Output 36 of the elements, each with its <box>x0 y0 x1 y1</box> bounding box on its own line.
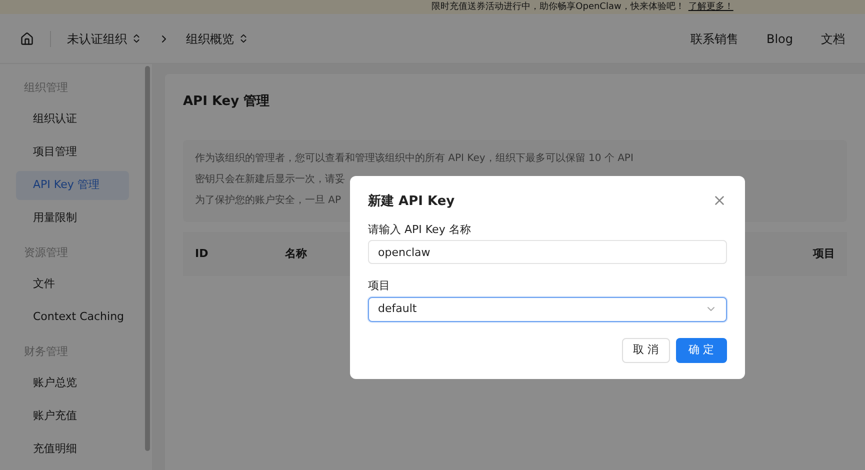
sidebar-group-title: 财务管理 <box>23 344 69 360</box>
field-label: 请输入 API Key 名称 <box>368 222 472 238</box>
cancel-button[interactable]: 取 消 <box>622 338 670 362</box>
sidebar-group-title: 资源管理 <box>23 245 69 262</box>
notice-text: 密钥只会在新建后显示一次，请妥 <box>195 172 345 187</box>
sidebar-item[interactable]: Context Caching <box>16 303 129 332</box>
page-selector[interactable]: 组织概览 <box>186 30 249 48</box>
sidebar-item[interactable]: 文件 <box>16 270 129 299</box>
field-label: 项目 <box>368 278 391 294</box>
sidebar-item[interactable]: 组织认证 <box>16 105 129 134</box>
scrollbar[interactable] <box>145 66 150 451</box>
sidebar-item[interactable]: 账户总览 <box>16 369 129 398</box>
sidebar-group-title: 组织管理 <box>23 80 69 96</box>
sidebar-item[interactable]: 用量限制 <box>16 204 129 233</box>
promo-text: 限时充值送券活动进行中，助你畅享OpenClaw，快来体验吧！ <box>432 2 684 12</box>
up-down-chevron-icon <box>238 33 249 44</box>
notice-text: 作为该组织的管理者，您可以查看和管理该组织中的所有 API Key，组织下最多可以保留 10 个 API <box>195 152 634 166</box>
nav-link[interactable]: 文档 <box>821 30 845 48</box>
sidebar-item[interactable]: 项目管理 <box>16 138 129 167</box>
sidebar-item[interactable]: 账户充值 <box>16 402 129 431</box>
name-field[interactable]: openclaw <box>368 240 727 264</box>
sidebar-item[interactable]: 充值明细 <box>16 435 129 464</box>
column-header: 名称 <box>285 246 307 262</box>
up-down-chevron-icon <box>131 33 142 44</box>
column-header: 项目 <box>813 246 835 262</box>
nav-link[interactable]: 联系销售 <box>690 30 738 48</box>
home-icon[interactable] <box>20 32 34 46</box>
column-header: ID <box>195 246 210 262</box>
page-title: API Key 管理 <box>183 93 271 111</box>
project-select[interactable]: default <box>368 296 727 322</box>
notice-text: 为了保护您的账户安全，一旦 AP <box>195 194 342 208</box>
nav-link[interactable]: Blog <box>766 30 793 48</box>
learn-more-link[interactable]: 了解更多！ <box>688 2 734 12</box>
confirm-button[interactable]: 确 定 <box>676 338 727 362</box>
org-selector[interactable]: 未认证组织 <box>67 30 142 48</box>
dialog-title: 新建 API Key <box>368 192 455 211</box>
